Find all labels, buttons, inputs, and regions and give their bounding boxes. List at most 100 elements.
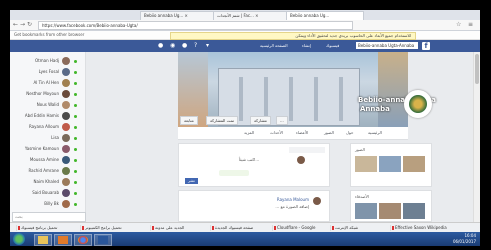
reload-icon[interactable]: ↻ (27, 21, 32, 29)
taskbar-app-word[interactable] (94, 234, 112, 246)
scrollbar-thumb[interactable] (475, 54, 479, 84)
taskbar-app-media[interactable] (54, 234, 72, 246)
tab-more[interactable]: المزيد (244, 130, 254, 136)
composer-input[interactable]: اكتب شيئاً... (239, 157, 259, 163)
download-item[interactable]: صفحة فيسبوك الجديدة (210, 225, 253, 231)
more-dots-button[interactable]: ... (276, 116, 288, 125)
post-card: Rayana Maloum ... إضافة الصورة مع (178, 190, 330, 222)
nav-home-link[interactable]: الصفحة الرئيسية (260, 42, 288, 50)
folder-icon (38, 236, 48, 244)
download-item[interactable]: تحميل برنامج فيسبوك (16, 225, 57, 231)
tab-events[interactable]: الأحداث (270, 130, 283, 136)
download-item[interactable]: شبكة الإنترنت (330, 225, 358, 231)
page-profile-logo[interactable] (404, 90, 432, 118)
chat-contact[interactable]: Said Bouarab (10, 188, 85, 198)
chrome-icon (78, 236, 88, 244)
chat-contact[interactable]: Abd Eddin Hamis (10, 111, 85, 121)
start-button-icon[interactable] (13, 233, 25, 245)
bookmarks-import-link[interactable]: Get bookmarks from other browser (14, 32, 84, 37)
download-label: الجديد على مدونة (155, 225, 185, 230)
chat-contact-name: Naim Khaled (33, 179, 59, 184)
facebook-logo-icon[interactable]: f (422, 42, 430, 50)
tab-members[interactable]: الأعضاء (296, 130, 308, 136)
download-item[interactable]: الجديد على مدونة (150, 225, 184, 231)
nav-profile-link[interactable]: فيسبوك (326, 42, 339, 50)
file-icon (274, 226, 276, 230)
chat-contact-name: Rachid Amrane (28, 168, 59, 173)
online-status-icon (74, 115, 77, 118)
file-icon (18, 226, 20, 230)
friends-card-title[interactable]: الأصدقاء (355, 194, 369, 200)
chat-contact[interactable]: Al Tin Al Hen (10, 78, 85, 88)
friend-thumbnail[interactable] (379, 203, 401, 219)
browser-tab-active[interactable]: Bebiio annaba Ug... (286, 11, 364, 20)
photos-card-title[interactable]: الصور (355, 147, 365, 153)
tab-home[interactable]: الرئيسية (368, 130, 382, 136)
chat-contact[interactable]: Lyes Fosal (10, 67, 85, 77)
chat-contact-name: Said Bouarab (32, 190, 59, 195)
share-button[interactable]: مشاركة (250, 116, 271, 125)
chat-contact[interactable]: Moussa Amine (10, 155, 85, 165)
tab-photos[interactable]: الصور (324, 130, 334, 136)
online-status-icon (74, 148, 77, 151)
star-icon[interactable]: ☆ (456, 21, 461, 29)
browser-notice: للاستخدام جميع الأبعاد على الحاسوب بريدي… (170, 32, 416, 40)
menu-icon[interactable]: ≡ (468, 21, 473, 29)
page-tab-bar: الرئيسية حول الصور الأعضاء الأحداث المزي… (178, 127, 408, 140)
follow-button[interactable]: متابعة (180, 116, 198, 125)
facebook-search-input[interactable]: Bebiio-annaba Ugta-Annaba (356, 42, 418, 49)
browser-tab[interactable]: Bebiio annaba Ug... × (140, 11, 218, 20)
page-scrollbar[interactable] (473, 52, 480, 222)
chat-contact[interactable]: Rachid Amrane (10, 166, 85, 176)
photo-thumbnail[interactable] (355, 156, 377, 172)
chat-contact[interactable]: Yasmine Kamoun (10, 144, 85, 154)
download-label: تحميل برامج الكمبيوتر (85, 225, 122, 230)
nav-create-link[interactable]: إنشاء (302, 42, 311, 50)
online-status-icon (74, 181, 77, 184)
shared-button[interactable]: تمت المشاركة (206, 116, 239, 125)
taskbar-app-explorer[interactable] (34, 234, 52, 246)
photo-thumbnail[interactable] (403, 156, 425, 172)
back-icon[interactable]: ← (13, 21, 18, 29)
chat-contact[interactable]: Nous Walid (10, 100, 85, 110)
chat-contact[interactable]: Billy Bk (10, 199, 85, 209)
chat-contact[interactable]: Lisa (10, 133, 85, 143)
post-button[interactable]: نشر (185, 178, 198, 184)
avatar (62, 112, 70, 120)
file-icon (212, 226, 214, 230)
taskbar-app-chrome[interactable] (74, 234, 92, 246)
composer-card: اكتب شيئاً... نشر (178, 143, 330, 187)
avatar (62, 178, 70, 186)
chat-contact[interactable]: Naim Khaled (10, 177, 85, 187)
url-input[interactable]: https://www.facebook.com/Bebiio-annaba-U… (38, 21, 353, 30)
download-item[interactable]: Effective Saxon Wikipedia (390, 225, 447, 231)
chat-contact[interactable]: Nesthor Moyoun (10, 89, 85, 99)
notifications-icon[interactable]: ● (182, 43, 187, 49)
help-icon[interactable]: ? (194, 43, 197, 49)
tab-about[interactable]: حول (346, 130, 353, 136)
chat-contact[interactable]: Rayana Alloum (10, 122, 85, 132)
friend-thumbnail[interactable] (355, 203, 377, 219)
download-label: شبكة الإنترنت (335, 225, 359, 230)
media-player-icon (58, 236, 68, 244)
friend-thumbnail[interactable] (403, 203, 425, 219)
photo-video-button[interactable] (219, 170, 249, 176)
composer-tab[interactable] (289, 147, 325, 153)
building-column (239, 77, 243, 121)
avatar (62, 167, 70, 175)
download-item[interactable]: تحميل برامج الكمبيوتر (80, 225, 122, 231)
chat-search-input[interactable]: بحث (12, 212, 86, 222)
account-menu-icon[interactable]: ▾ (206, 43, 209, 49)
downloads-bar: تحميل برنامج فيسبوك تحميل برامج الكمبيوت… (10, 222, 480, 232)
forward-icon[interactable]: → (20, 21, 25, 29)
system-clock[interactable]: 16:04 06/01/2017 (453, 233, 476, 245)
post-author[interactable]: Rayana Maloum (277, 197, 309, 203)
download-item[interactable]: Cloudflare - Google (272, 225, 316, 231)
photo-thumbnail[interactable] (379, 156, 401, 172)
browser-tab[interactable]: شتم الأنجدات | Fac... × (213, 11, 291, 20)
chat-contact[interactable]: Otman Hadj (10, 56, 85, 66)
building-column (264, 77, 268, 121)
online-status-icon (74, 93, 77, 96)
friend-requests-icon[interactable]: ● (158, 43, 163, 49)
messages-icon[interactable]: ◉ (170, 43, 175, 49)
